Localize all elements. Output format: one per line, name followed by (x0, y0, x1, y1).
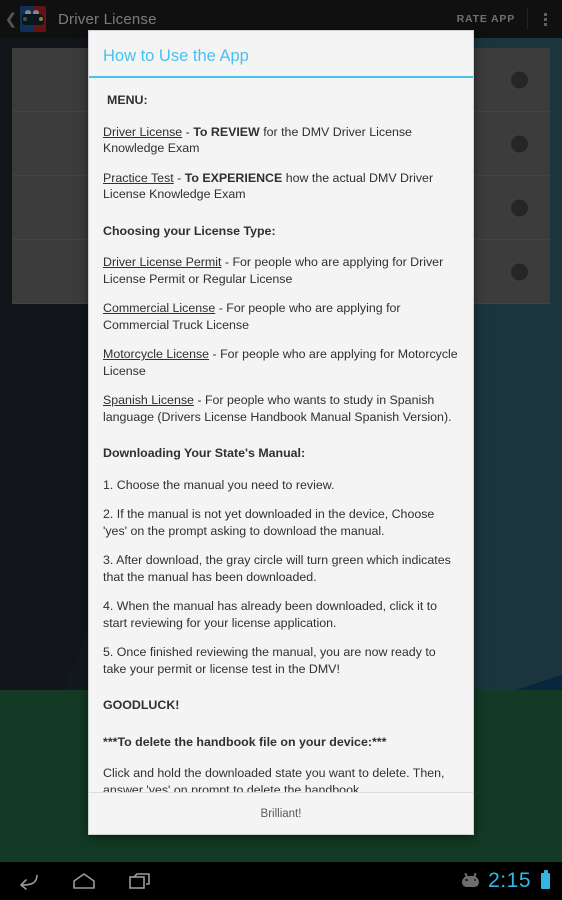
system-navigation-bar: 2:15 (0, 862, 562, 900)
license-item-motorcycle: Motorcycle License - For people who are … (103, 346, 459, 379)
android-bug-icon (462, 875, 480, 887)
license-link-driver-permit[interactable]: Driver License Permit (103, 255, 221, 269)
menu-dash-0: - (182, 124, 194, 139)
download-heading: Downloading Your State's Manual: (103, 446, 306, 460)
license-link-spanish[interactable]: Spanish License (103, 393, 194, 407)
dialog-title: How to Use the App (89, 31, 473, 78)
license-item-commercial: Commercial License - For people who are … (103, 300, 459, 333)
menu-dash-1: - (173, 170, 185, 185)
delete-body: Click and hold the downloaded state you … (103, 766, 445, 792)
download-step-3: 3. After download, the gray circle will … (103, 553, 451, 584)
menu-item-driver-license: Driver License - To REVIEW for the DMV D… (103, 124, 459, 157)
status-clock: 2:15 (488, 869, 531, 892)
menu-strong-0: To REVIEW (193, 124, 260, 139)
download-step-2: 2. If the manual is not yet downloaded i… (103, 507, 435, 538)
menu-item-practice-test: Practice Test - To EXPERIENCE how the ac… (103, 170, 459, 203)
license-type-heading: Choosing your License Type: (103, 223, 276, 238)
back-arrow-icon[interactable] (0, 862, 56, 900)
confirm-button[interactable]: Brilliant! (261, 808, 302, 820)
battery-full-icon (541, 870, 550, 889)
recent-apps-icon[interactable] (112, 862, 168, 900)
license-link-motorcycle[interactable]: Motorcycle License (103, 347, 209, 361)
menu-heading: MENU: (107, 93, 148, 107)
menu-strong-1: To EXPERIENCE (184, 170, 283, 185)
license-link-commercial[interactable]: Commercial License (103, 301, 215, 315)
dialog-footer: Brilliant! (89, 792, 473, 834)
download-step-1: 1. Choose the manual you need to review. (103, 477, 335, 492)
delete-heading: ***To delete the handbook file on your d… (103, 734, 387, 749)
dialog-body: MENU: Driver License - To REVIEW for the… (89, 78, 473, 792)
download-step-4: 4. When the manual has already been down… (103, 599, 438, 630)
home-icon[interactable] (56, 862, 112, 900)
goodluck-text: GOODLUCK! (103, 698, 180, 712)
how-to-use-dialog: How to Use the App MENU: Driver License … (88, 30, 474, 835)
download-step-5: 5. Once finished reviewing the manual, y… (103, 645, 436, 676)
license-item-spanish: Spanish License - For people who wants t… (103, 392, 459, 425)
menu-link-practice-test[interactable]: Practice Test (103, 171, 174, 185)
license-item-driver-permit: Driver License Permit - For people who a… (103, 254, 459, 287)
menu-link-driver-license[interactable]: Driver License (103, 125, 182, 139)
